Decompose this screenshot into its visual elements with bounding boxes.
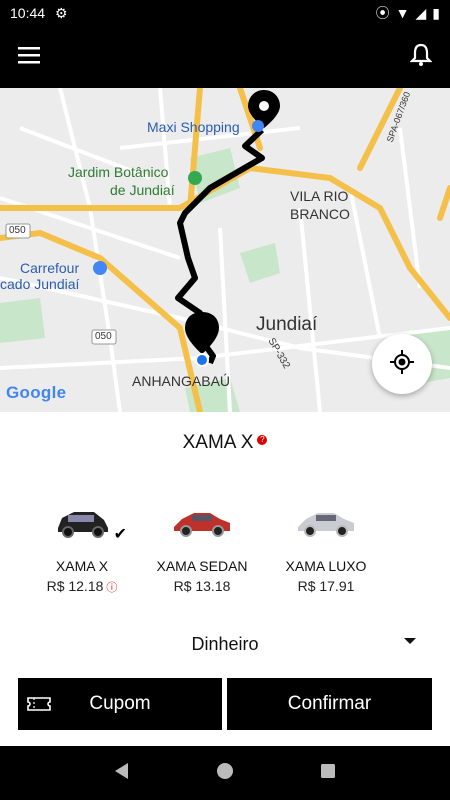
service-name: XAMA X: [182, 432, 254, 453]
google-logo: Google: [6, 383, 67, 402]
notifications-bell-icon[interactable]: [409, 43, 433, 72]
home-icon[interactable]: [216, 762, 234, 785]
option-xama-x[interactable]: ✔ XAMA X R$ 12.18 ⓘ: [17, 500, 147, 595]
option-xama-luxo[interactable]: XAMA LUXO R$ 17.91: [261, 500, 391, 594]
map-label-jardim-botanico-1: Jardim Botânico: [68, 164, 169, 180]
payment-method-select[interactable]: Dinheiro: [0, 628, 450, 660]
map-label-road-050-b: 050: [95, 331, 112, 342]
location-icon: ⦿: [375, 5, 390, 21]
info-icon[interactable]: ?: [257, 435, 268, 445]
status-bar: 10:44 ⚙ ⦿ ▼ ◢ ▮: [0, 0, 450, 26]
option-xama-sedan[interactable]: XAMA SEDAN R$ 13.18: [137, 500, 267, 594]
map-label-vila-rio-1: VILA RIO: [290, 188, 349, 204]
car-sedan-silver-icon: [261, 500, 391, 544]
car-sedan-red-icon: [137, 500, 267, 544]
option-price: R$ 17.91: [297, 578, 355, 594]
car-hatchback-icon: ✔: [17, 500, 147, 544]
confirm-label: Confirmar: [287, 693, 372, 714]
map-label-maxi-shopping: Maxi Shopping: [147, 119, 240, 135]
crosshair-icon: [390, 349, 414, 379]
settings-icon: ⚙: [55, 4, 68, 21]
map-label-road-050-a: 050: [9, 225, 26, 236]
recents-icon[interactable]: [319, 762, 337, 785]
map-label-vila-rio-2: BRANCO: [290, 206, 350, 222]
option-name: XAMA SEDAN: [156, 558, 248, 574]
back-icon[interactable]: [113, 762, 131, 785]
my-location-button[interactable]: [372, 334, 432, 394]
app-bar: [0, 26, 450, 88]
menu-icon[interactable]: [18, 46, 42, 69]
coupon-label: Cupom: [89, 693, 151, 714]
coupon-button[interactable]: Cupom: [18, 678, 222, 730]
map-label-jundiai: Jundiaí: [256, 314, 318, 335]
system-nav-bar: [0, 746, 450, 800]
price-alert-icon[interactable]: ⓘ: [106, 582, 117, 594]
map-label-carrefour-2: cado Jundiaí: [0, 276, 80, 292]
map-label-jardim-botanico-2: de Jundiaí: [110, 182, 175, 198]
option-name: XAMA LUXO: [285, 558, 367, 574]
map-label-carrefour-1: Carrefour: [20, 260, 80, 276]
battery-icon: ▮: [432, 4, 440, 21]
map-label-anhangabau: ANHANGABAÚ: [132, 373, 231, 389]
payment-method-label: Dinheiro: [191, 633, 259, 654]
status-time: 10:44: [10, 5, 46, 21]
ride-options: ✔ XAMA X R$ 12.18 ⓘ XAMA SEDAN R$ 13.18 X…: [20, 500, 400, 600]
wifi-icon: ▼: [395, 5, 410, 21]
option-price: R$ 13.18: [173, 578, 231, 594]
signal-icon: ◢: [415, 4, 427, 21]
selected-check-icon: ✔: [113, 526, 127, 543]
option-name: XAMA X: [55, 558, 109, 574]
chevron-down-icon: [404, 638, 416, 644]
selected-service-title: XAMA X?: [0, 432, 450, 454]
ticket-icon: [26, 694, 52, 720]
option-price: R$ 12.18: [46, 578, 104, 594]
confirm-button[interactable]: Confirmar: [227, 678, 432, 730]
